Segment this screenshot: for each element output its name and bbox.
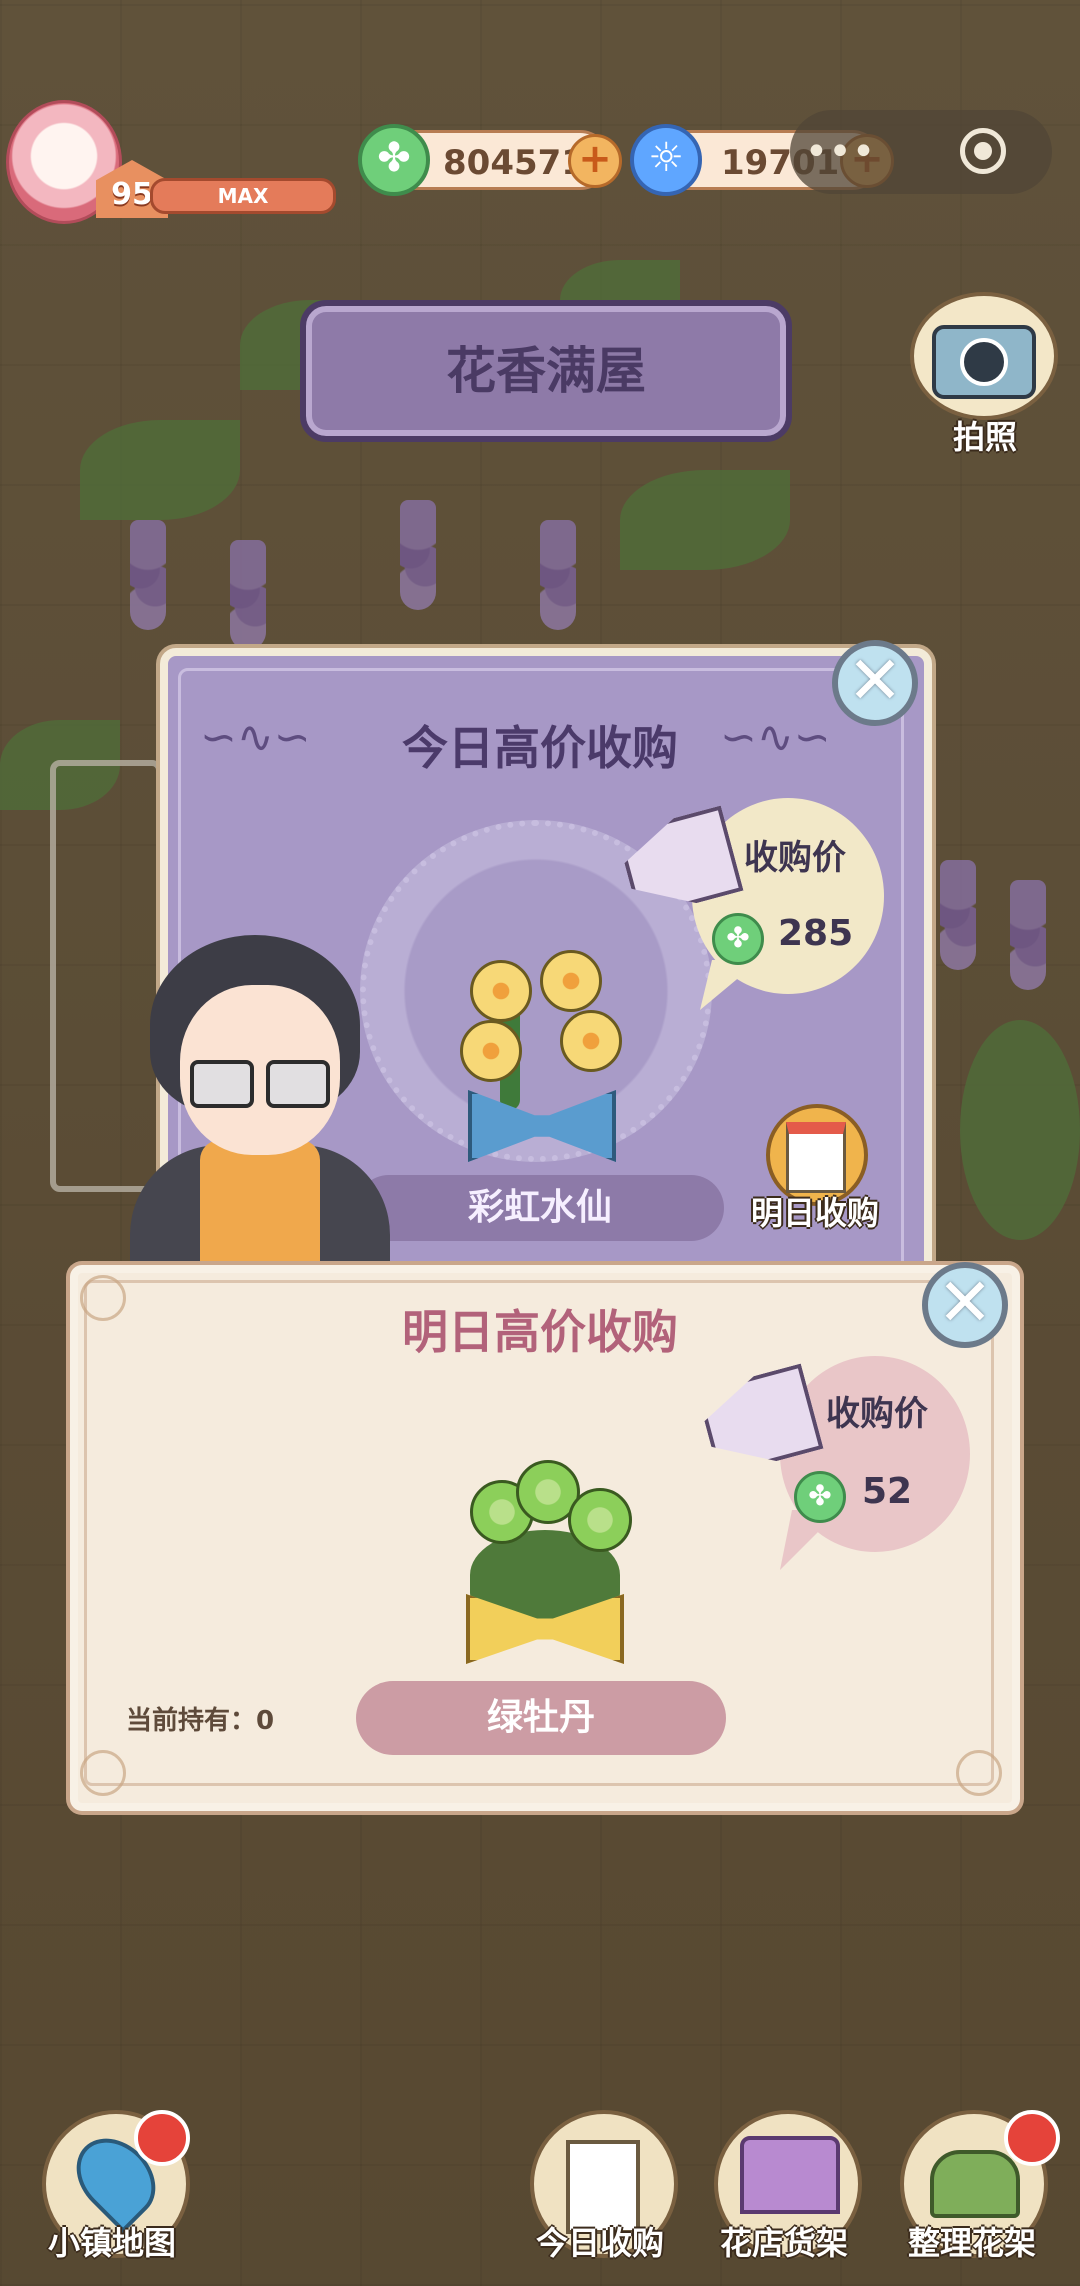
notification-dot <box>134 2110 190 2166</box>
clover-coin-icon: ✤ <box>358 124 430 196</box>
camera-lens-icon <box>960 338 1008 386</box>
corner-ornament <box>80 1750 126 1796</box>
green-peony-icon <box>568 1488 632 1552</box>
daffodil-flower-icon <box>560 1010 622 1072</box>
today-price-value: 285 <box>778 913 854 954</box>
glasses-icon <box>190 1060 330 1108</box>
notification-dot <box>1004 2110 1060 2166</box>
tomorrow-purchase-label: 明日收购 <box>750 1194 879 1232</box>
corner-ornament <box>956 1750 1002 1796</box>
close-today-panel-button[interactable]: ✕ <box>832 640 918 726</box>
tomorrow-price-label: 收购价 <box>826 1394 928 1434</box>
close-tomorrow-panel-button[interactable]: ✕ <box>922 1262 1008 1348</box>
daffodil-flower-icon <box>540 950 602 1012</box>
add-coins-button[interactable]: + <box>568 134 622 188</box>
daffodil-flower-icon <box>460 1020 522 1082</box>
clover-coin-icon: ✤ <box>794 1471 846 1523</box>
tomorrow-panel-title: 明日高价收购 <box>402 1305 678 1359</box>
shop-stall-icon <box>740 2136 840 2214</box>
clover-coin-icon: ✤ <box>712 913 764 965</box>
tomorrow-price-value: 52 <box>862 1471 913 1512</box>
tomorrow-flower-name: 绿牡丹 <box>486 1697 595 1738</box>
corner-ornament <box>80 1275 126 1321</box>
character-hoodie <box>200 1140 320 1270</box>
swirl-ornament-right: ∽∿∽ <box>720 712 831 763</box>
today-flower-name: 彩虹水仙 <box>467 1187 612 1228</box>
today-panel-title: 今日高价收购 <box>402 721 678 775</box>
swirl-ornament-left: ∽∿∽ <box>200 712 311 763</box>
arrange-shelf-label: 整理花架 <box>907 2224 1036 2262</box>
town-map-label: 小镇地图 <box>47 2224 176 2262</box>
daffodil-flower-icon <box>470 960 532 1022</box>
level-bar: MAX <box>150 178 336 214</box>
shop-shelf-label: 花店货架 <box>719 2224 848 2262</box>
today-purchase-nav-label: 今日收购 <box>535 2224 664 2262</box>
calendar-icon <box>786 1122 846 1193</box>
close-mini-program-icon[interactable] <box>960 128 1006 174</box>
camera-label: 拍照 <box>952 418 1017 456</box>
swirl-gem-icon: ☼ <box>630 124 702 196</box>
coin-amount: 804571 <box>443 143 585 183</box>
current-holding-text: 当前持有：0 <box>126 1706 275 1736</box>
flower-pots-icon <box>930 2150 1020 2218</box>
more-menu-icon[interactable]: ••• <box>800 130 880 174</box>
today-price-label: 收购价 <box>744 838 846 878</box>
title-banner-text: 花香满屋 <box>446 342 646 400</box>
